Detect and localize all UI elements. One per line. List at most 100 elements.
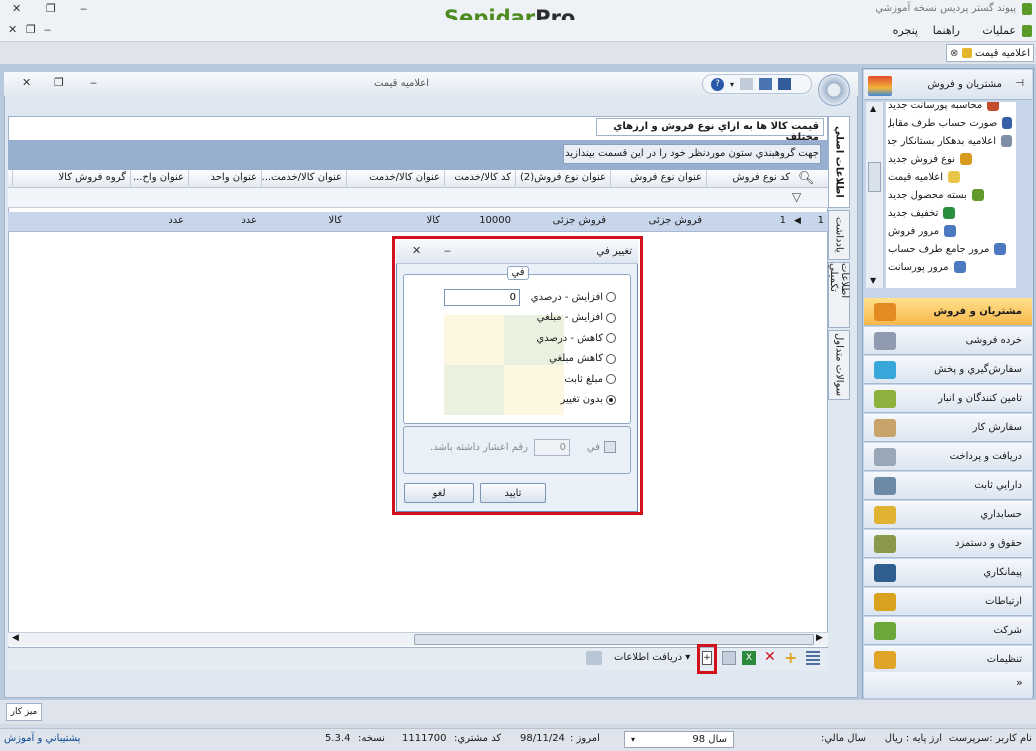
support-link[interactable]: پشتيباني و آموزش xyxy=(4,733,80,744)
nav-task-item[interactable]: اعلاميه بدهکار بستانکار جديد xyxy=(888,132,1012,150)
nav-overflow[interactable]: » xyxy=(864,672,1032,698)
document-tabstrip: ⊗ اعلاميه قيمت xyxy=(0,42,1036,64)
nav-category[interactable]: شرکت xyxy=(864,617,1032,645)
column-header[interactable]: عنوان نوع فروش(2) xyxy=(515,170,610,188)
desktop-button[interactable]: ميز کار xyxy=(6,703,42,721)
nav-category[interactable]: حقوق و دستمزد xyxy=(864,530,1032,558)
window-restore-icon[interactable]: ❐ xyxy=(54,76,64,89)
nav-task-item[interactable]: بسته محصول جديد xyxy=(888,186,1012,204)
menu-help[interactable]: راهنما xyxy=(933,24,960,37)
grid-options-icon[interactable] xyxy=(806,651,820,665)
save-new-icon[interactable] xyxy=(759,78,773,90)
help-dropdown-icon[interactable]: ▾ xyxy=(730,80,734,89)
nav-task-item[interactable]: مرور فروش xyxy=(888,222,1012,240)
cell-unit2[interactable]: عدد xyxy=(130,212,188,232)
category-icon xyxy=(874,505,896,524)
nav-scroll-thumb[interactable] xyxy=(868,162,881,192)
receive-info-icon[interactable] xyxy=(586,651,602,665)
print-icon[interactable] xyxy=(740,78,754,90)
tab-main-info[interactable]: اطلاعات اصلي xyxy=(828,116,850,208)
category-label: سفارش‌گيري و پخش xyxy=(934,364,1022,375)
fiscal-year-select[interactable]: ▾ سال 98 xyxy=(624,731,734,748)
category-label: دريافت و پرداخت xyxy=(949,451,1022,462)
nav-scrollbar[interactable]: ▲ ▼ xyxy=(866,102,884,288)
column-header[interactable]: عنوان کالا/خدمت xyxy=(346,170,444,188)
tab-extra-info[interactable]: اطلاعات تکميلي xyxy=(828,262,850,328)
nav-task-item[interactable]: مرور پورسانت xyxy=(888,258,1012,276)
cell-sale-code[interactable]: 1 xyxy=(706,212,790,232)
nav-task-item[interactable]: نوع فروش جديد xyxy=(888,150,1012,168)
nav-category[interactable]: دريافت و پرداخت xyxy=(864,443,1032,471)
nav-task-item[interactable]: محاسبه پورسانت جديد xyxy=(888,102,1012,114)
nav-task-label: بسته محصول جديد xyxy=(888,189,967,201)
nav-category[interactable]: ارتباطات xyxy=(864,588,1032,616)
close-icon[interactable]: ✕ xyxy=(12,2,21,15)
window-close-icon[interactable]: ✕ xyxy=(22,76,31,89)
nav-category[interactable]: دارايي ثابت xyxy=(864,472,1032,500)
copy-icon[interactable] xyxy=(722,651,736,665)
nav-task-item[interactable]: تخفيف جديد xyxy=(888,204,1012,222)
scroll-right-icon[interactable]: ▶ xyxy=(816,633,823,643)
nav-task-item[interactable]: مرور جامع طرف حساب xyxy=(888,240,1012,258)
subject-field: قيمت کالا ها به ازاي نوع فروش و ارزهاي م… xyxy=(596,118,824,143)
nav-category[interactable]: حسابداري xyxy=(864,501,1032,529)
mdi-close-icon[interactable]: ✕ xyxy=(8,23,17,36)
column-header[interactable]: کد کالا/خدمت xyxy=(444,170,515,188)
cell-item-title[interactable]: کالا xyxy=(346,212,444,232)
tab-notes[interactable]: يادداشت xyxy=(828,210,850,260)
save-icon[interactable] xyxy=(778,78,792,90)
pin-icon[interactable]: ⊣ xyxy=(1015,78,1024,89)
column-header[interactable]: عنوان کالا/خدمت... xyxy=(261,170,346,188)
grid-filter-row[interactable]: ▽ xyxy=(8,188,828,208)
mdi-minimize-icon[interactable]: ‒ xyxy=(44,23,51,36)
chevron-down-icon[interactable]: » xyxy=(1016,676,1023,689)
menu-operations[interactable]: عمليات xyxy=(982,24,1016,37)
nav-category[interactable]: تامين کنندگان و انبار xyxy=(864,385,1032,413)
scroll-up-icon[interactable]: ▲ xyxy=(870,104,876,113)
scroll-thumb[interactable] xyxy=(414,634,814,645)
nav-category[interactable]: تنظيمات xyxy=(864,646,1032,674)
column-header[interactable]: گروه فروش کالا xyxy=(12,170,130,188)
minimize-icon[interactable]: ‒ xyxy=(80,2,87,15)
add-icon[interactable]: + xyxy=(784,648,797,667)
scroll-left-icon[interactable]: ◀ xyxy=(12,633,19,643)
column-header[interactable]: کد نوع فروش xyxy=(706,170,794,188)
column-header[interactable]: عنوان واحد xyxy=(188,170,261,188)
mdi-restore-icon[interactable]: ❐ xyxy=(26,23,36,36)
tab-faq[interactable]: سوالات متداول xyxy=(828,330,850,400)
nav-task-item[interactable]: اعلاميه قيمت xyxy=(888,168,1012,186)
row-number: 1 xyxy=(817,215,824,226)
cell-unit[interactable]: عدد xyxy=(188,212,261,232)
app-title: پیوند گستر پردیس نسخه آموزشي xyxy=(875,3,1016,14)
window-minimize-icon[interactable]: ‒ xyxy=(90,76,97,89)
help-icon[interactable]: ? xyxy=(711,77,724,91)
category-icon xyxy=(874,360,896,379)
table-row[interactable]: 1 ◀ 1 فروش جزئی فروش جزئی 10000 کالا کال… xyxy=(8,212,828,232)
doc-tab-price-notice[interactable]: ⊗ اعلاميه قيمت xyxy=(946,44,1034,62)
nav-task-item[interactable]: صورت حساب طرف مقابل جديد xyxy=(888,114,1012,132)
menu-window[interactable]: پنجره xyxy=(893,24,918,37)
cell-item-code[interactable]: 10000 xyxy=(444,212,515,232)
column-header[interactable]: عنوان واح... xyxy=(130,170,188,188)
receive-info-button[interactable]: ▾ دريافت اطلاعات xyxy=(614,652,690,663)
restore-icon[interactable]: ❐ xyxy=(46,2,56,15)
nav-category[interactable]: سفارش‌گيري و پخش xyxy=(864,356,1032,384)
cell-item-title2[interactable]: کالا xyxy=(261,212,346,232)
tab-close-icon[interactable]: ⊗ xyxy=(950,48,958,59)
delete-icon[interactable]: ✕ xyxy=(764,649,776,665)
highlight-dialog xyxy=(392,236,643,515)
nav-category[interactable]: سفارش کار xyxy=(864,414,1032,442)
category-label: پيمانکاري xyxy=(983,567,1022,578)
excel-icon[interactable]: X xyxy=(742,651,756,665)
chevron-down-icon[interactable]: ▾ xyxy=(631,735,635,744)
filter-icon[interactable]: ▽ xyxy=(792,190,801,204)
nav-category[interactable]: مشتريان و فروش xyxy=(864,298,1032,326)
column-header[interactable]: عنوان نوع فروش xyxy=(610,170,706,188)
nav-category[interactable]: پيمانکاري xyxy=(864,559,1032,587)
task-icon xyxy=(953,261,966,273)
cell-sale-title2[interactable]: فروش جزئی xyxy=(515,212,610,232)
cell-sale-title[interactable]: فروش جزئی xyxy=(610,212,706,232)
nav-category[interactable]: خرده فروشی xyxy=(864,327,1032,355)
search-icon[interactable]: 🔍︎ xyxy=(798,171,815,186)
scroll-down-icon[interactable]: ▼ xyxy=(870,276,876,285)
